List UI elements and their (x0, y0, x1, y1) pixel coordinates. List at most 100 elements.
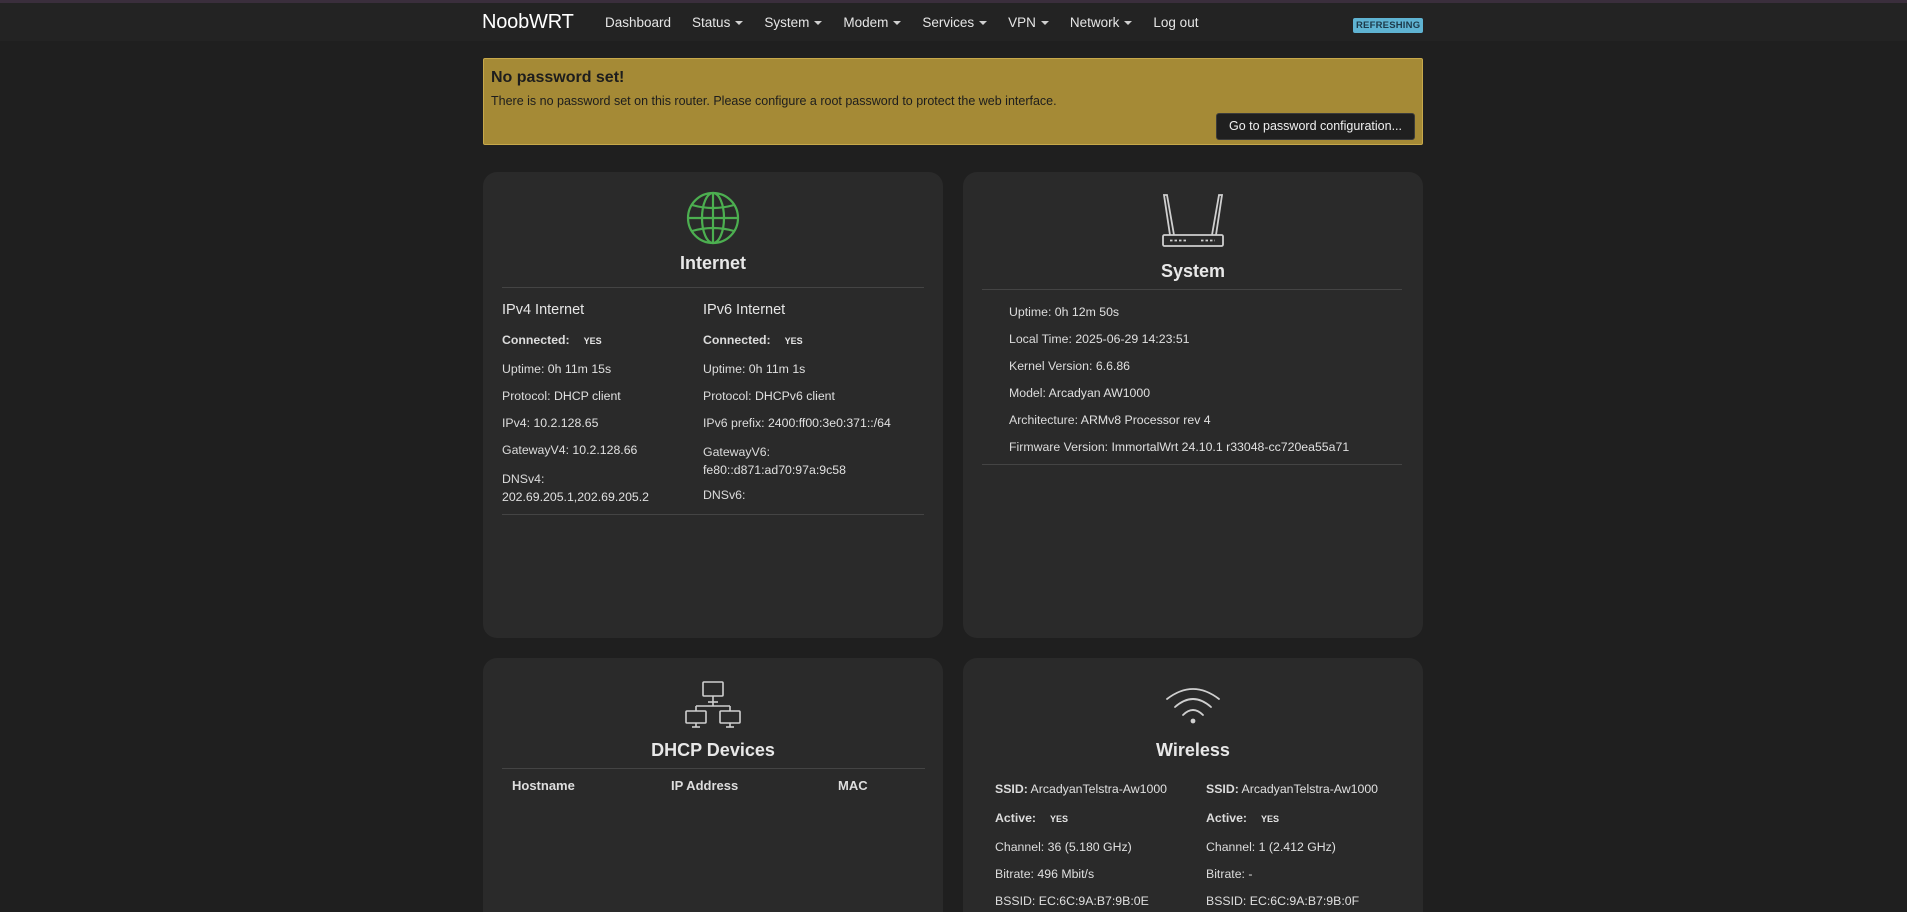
router-icon (1162, 194, 1224, 247)
label: Uptime: (703, 362, 746, 376)
value: EC:6C:9A:B7:9B:0F (1249, 894, 1360, 908)
label: Bitrate: (1206, 867, 1245, 881)
nav-vpn[interactable]: VPN (1008, 15, 1049, 30)
alert-title: No password set! (491, 69, 625, 86)
divider (982, 289, 1402, 290)
caret-down-icon (1124, 21, 1133, 26)
nav-logout[interactable]: Log out (1153, 15, 1198, 30)
caret-down-icon (979, 21, 988, 26)
value: DHCP client (553, 389, 621, 403)
column-mac[interactable]: MAC (838, 778, 868, 793)
label: Active: (1206, 811, 1248, 825)
label: Architecture: (1009, 413, 1079, 427)
value: 6.6.86 (1095, 359, 1131, 373)
column-hostname[interactable]: Hostname (512, 778, 575, 793)
password-config-button[interactable]: Go to password configuration... (1215, 113, 1415, 140)
label: Connected: (502, 333, 570, 347)
value: EC:6C:9A:B7:9B:0E (1038, 894, 1149, 908)
ipv6-connected: Connected: YES (703, 333, 803, 347)
ipv4-heading: IPv4 Internet (502, 302, 585, 318)
caret-down-icon (893, 21, 902, 26)
radio-bitrate: Bitrate: - (1206, 867, 1253, 881)
ipv4-protocol: Protocol: DHCP client (502, 389, 621, 403)
ipv6-dns: DNSv6: (703, 488, 745, 502)
nav-network[interactable]: Network (1070, 15, 1133, 30)
caret-down-icon (814, 21, 823, 26)
label: Channel: (995, 840, 1045, 854)
nav-label: Services (922, 15, 975, 30)
label: SSID: (1206, 782, 1239, 796)
label: GatewayV4: (502, 443, 569, 457)
value: 0h 12m 50s (1054, 305, 1120, 319)
nav-modem[interactable]: Modem (843, 15, 902, 30)
label: Protocol: (703, 389, 752, 403)
value: 202.69.205.1,202.69.205.2 (502, 490, 650, 504)
system-architecture: Architecture: ARMv8 Processor rev 4 (1009, 413, 1211, 427)
nav-status[interactable]: Status (692, 15, 744, 30)
internet-card: Internet IPv4 Internet Connected: YES Upt… (483, 172, 943, 638)
nav-label: Dashboard (605, 15, 672, 30)
ipv4-dns: DNSv4: 202.69.205.1,202.69.205.2 (502, 470, 649, 506)
value: ArcadyanTelstra-Aw1000 (1241, 782, 1379, 796)
divider (502, 287, 924, 288)
system-uptime: Uptime: 0h 12m 50s (1009, 305, 1119, 319)
system-firmware: Firmware Version: ImmortalWrt 24.10.1 r3… (1009, 440, 1349, 454)
active-status: YES (1050, 814, 1069, 824)
wireless-title: Wireless (1156, 740, 1230, 760)
label: BSSID: (1206, 894, 1247, 908)
radio-bssid: BSSID: EC:6C:9A:B7:9B:0F (1206, 894, 1359, 908)
label: Protocol: (502, 389, 551, 403)
nav-label: Network (1069, 15, 1120, 30)
ipv6-gateway: GatewayV6:fe80::d871:ad70:97a:9c58 (703, 443, 846, 479)
value: ARMv8 Processor rev 4 (1080, 413, 1211, 427)
nav-label: VPN (1008, 15, 1036, 30)
ipv4-gateway: GatewayV4: 10.2.128.66 (502, 443, 637, 457)
label: Local Time: (1009, 332, 1072, 346)
label: DNSv6: (703, 488, 746, 502)
value: 2025-06-29 14:23:51 (1075, 332, 1190, 346)
navbar: NoobWRT Dashboard Status System Modem Se… (0, 3, 1907, 41)
nav-label: Modem (843, 15, 889, 30)
label: SSID: (995, 782, 1028, 796)
divider (502, 768, 925, 769)
nav-system[interactable]: System (764, 15, 823, 30)
label: IPv4: (502, 416, 531, 430)
label: Uptime: (1009, 305, 1052, 319)
value: ImmortalWrt 24.10.1 r33048-cc720ea55a71 (1111, 440, 1350, 454)
value: 1 (2.412 GHz) (1258, 840, 1336, 854)
connected-status: YES (784, 336, 803, 346)
ipv4-uptime: Uptime: 0h 11m 15s (502, 362, 611, 376)
value: 36 (5.180 GHz) (1047, 840, 1132, 854)
label: Connected: (703, 333, 771, 347)
ipv4-connected: Connected: YES (502, 333, 602, 347)
refreshing-badge: REFRESHING (1353, 18, 1424, 33)
system-kernel: Kernel Version: 6.6.86 (1009, 359, 1130, 373)
label: Kernel Version: (1009, 359, 1093, 373)
value: 496 Mbit/s (1037, 867, 1095, 881)
value: - (1248, 867, 1253, 881)
value: ArcadyanTelstra-Aw1000 (1030, 782, 1168, 796)
label: GatewayV6: (703, 445, 770, 459)
value: 2400:ff00:3e0:371::/64 (767, 416, 891, 430)
radio-bitrate: Bitrate: 496 Mbit/s (995, 867, 1094, 881)
ipv6-prefix: IPv6 prefix: 2400:ff00:3e0:371::/64 (703, 416, 891, 430)
label: Active: (995, 811, 1037, 825)
value: fe80::d871:ad70:97a:9c58 (703, 463, 846, 477)
value: Arcadyan AW1000 (1048, 386, 1151, 400)
value: 0h 11m 1s (748, 362, 806, 376)
nav-label: Status (692, 15, 731, 30)
value: 10.2.128.65 (533, 416, 599, 430)
label: DNSv4: (502, 472, 545, 486)
globe-icon (686, 191, 740, 245)
system-model: Model: Arcadyan AW1000 (1009, 386, 1150, 400)
network-topology-icon (685, 681, 741, 728)
label: IPv6 prefix: (703, 416, 765, 430)
radio-channel: Channel: 1 (2.412 GHz) (1206, 840, 1336, 854)
column-ip-address[interactable]: IP Address (671, 778, 738, 793)
label: Model: (1009, 386, 1046, 400)
nav-dashboard[interactable]: Dashboard (605, 15, 671, 30)
label: Uptime: (502, 362, 545, 376)
brand-logo[interactable]: NoobWRT (482, 11, 574, 34)
nav-services[interactable]: Services (922, 15, 988, 30)
system-card: System Uptime: 0h 12m 50s Local Time: 20… (963, 172, 1423, 638)
